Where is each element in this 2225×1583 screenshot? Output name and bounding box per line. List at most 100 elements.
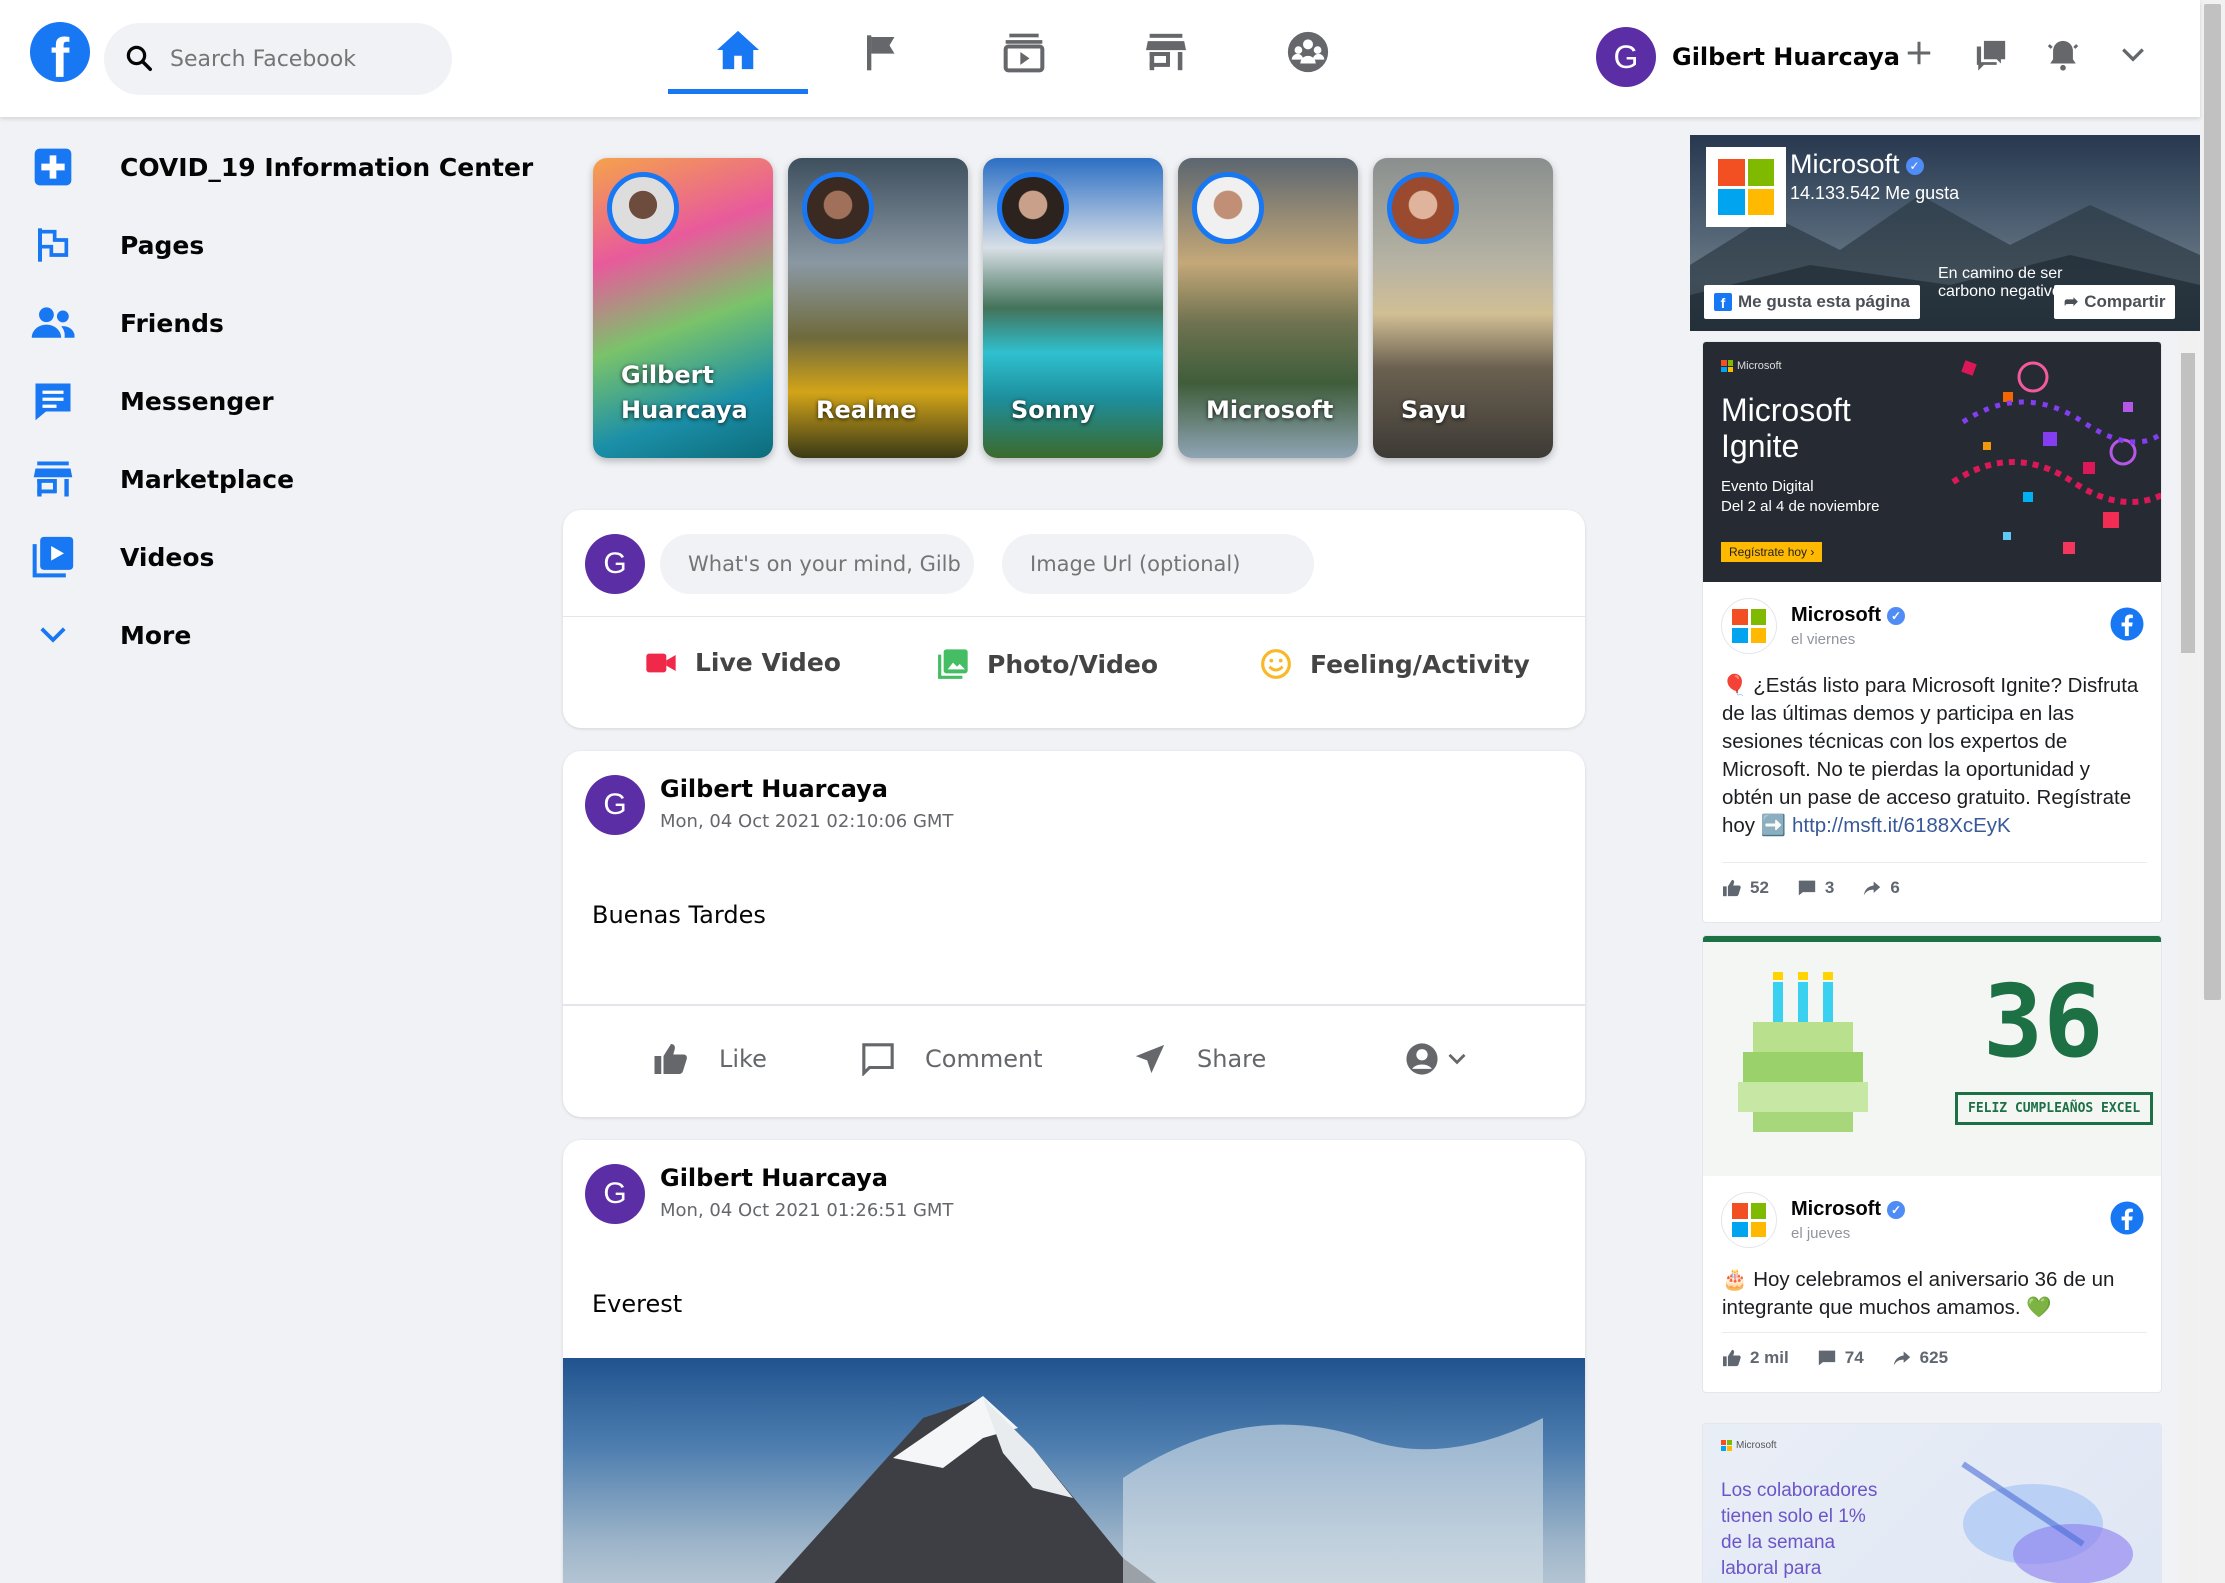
banner-dates: Del 2 al 4 de noviembre <box>1721 498 1880 515</box>
banner-cta[interactable]: Regístrate hoy › <box>1721 542 1823 562</box>
search-bar[interactable] <box>104 23 452 95</box>
sidebar-item-covid[interactable]: COVID_19 Information Center <box>30 137 533 197</box>
post-text: 🎈 ¿Estás listo para Microsoft Ignite? Di… <box>1722 672 2147 840</box>
sidebar-item-label: Marketplace <box>120 464 295 494</box>
feeling-activity-button[interactable]: Feeling/Activity <box>1260 648 1530 680</box>
photo-video-button[interactable]: Photo/Video <box>937 648 1158 680</box>
story-card[interactable]: Sayu <box>1373 158 1553 458</box>
post-image[interactable] <box>563 1358 1585 1583</box>
story-name: Gilbert Huarcaya <box>621 361 748 424</box>
friends-icon <box>30 300 76 346</box>
page-scrollbar[interactable] <box>2200 0 2225 1583</box>
facebook-circle-icon[interactable] <box>2109 1200 2145 1236</box>
share-page-button[interactable]: ➦ Compartir <box>2054 285 2176 319</box>
sidebar-item-messenger[interactable]: Messenger <box>30 371 274 431</box>
tab-marketplace[interactable] <box>1096 10 1236 94</box>
tab-pages[interactable] <box>812 10 952 94</box>
like-page-button[interactable]: f Me gusta esta página <box>1704 285 1920 319</box>
likes-stat[interactable]: 52 <box>1722 878 1769 898</box>
sidebar-item-more[interactable]: More <box>30 605 191 665</box>
shares-stat[interactable]: 6 <box>1862 878 1900 898</box>
shares-count: 6 <box>1890 878 1900 897</box>
comments-count: 74 <box>1844 1348 1864 1367</box>
image-url-input[interactable] <box>1002 534 1314 594</box>
thumbs-up-icon <box>1723 879 1741 897</box>
post-link[interactable]: http://msft.it/6188XcEyK <box>1792 814 2011 837</box>
post-card: G Gilbert Huarcaya Mon, 04 Oct 2021 02:1… <box>563 751 1585 1117</box>
chevron-down-icon[interactable] <box>2120 46 2146 64</box>
messenger-icon[interactable] <box>1974 38 2008 72</box>
pages-flag-icon <box>30 222 76 268</box>
thumbs-up-icon <box>653 1042 689 1076</box>
post-timestamp: Mon, 04 Oct 2021 01:26:51 GMT <box>660 1200 954 1221</box>
shares-stat[interactable]: 625 <box>1892 1348 1948 1368</box>
likes-stat[interactable]: 2 mil <box>1722 1348 1789 1368</box>
facebook-logo-icon[interactable]: f <box>30 22 90 82</box>
live-video-button[interactable]: Live Video <box>645 648 841 677</box>
comment-button[interactable]: Comment <box>861 1042 1043 1076</box>
chevron-down-icon <box>1447 1052 1467 1066</box>
thumbs-up-icon <box>1723 1349 1741 1367</box>
audience-selector[interactable] <box>1405 1042 1467 1076</box>
comments-stat[interactable]: 3 <box>1797 878 1834 898</box>
groups-icon <box>1285 29 1331 75</box>
search-input[interactable] <box>170 23 440 95</box>
tab-groups[interactable] <box>1238 10 1378 94</box>
bell-icon[interactable] <box>2046 38 2080 72</box>
chat-icon <box>30 378 76 424</box>
post-text: Everest <box>592 1290 683 1318</box>
facebook-circle-icon[interactable] <box>2109 606 2145 642</box>
sidebar-item-marketplace[interactable]: Marketplace <box>30 449 294 509</box>
post-author[interactable]: Gilbert Huarcaya <box>660 775 888 803</box>
feed-scrollbar-thumb[interactable] <box>2181 353 2195 653</box>
avatar: G <box>585 775 645 835</box>
status-input[interactable] <box>660 534 974 594</box>
excel-birthday-image[interactable]: 36 FELIZ CUMPLEAÑOS EXCEL <box>1703 936 2161 1176</box>
page-name[interactable]: Microsoft ✓ <box>1790 149 1924 180</box>
sidebar-item-friends[interactable]: Friends <box>30 293 224 353</box>
post-author[interactable]: Microsoft ✓ <box>1791 604 1905 627</box>
post-author[interactable]: Gilbert Huarcaya <box>660 1164 888 1192</box>
scrollbar-thumb[interactable] <box>2204 4 2221 1000</box>
share-arrow-icon <box>1893 1351 1910 1366</box>
brand-mark: Microsoft <box>1721 360 1782 372</box>
page-feed-post: 36 FELIZ CUMPLEAÑOS EXCEL Microsoft ✓ el … <box>1702 935 2162 1393</box>
post-text: 🎂 Hoy celebramos el aniversario 36 de un… <box>1722 1268 2115 1319</box>
live-video-label: Live Video <box>695 648 841 677</box>
avatar: G <box>1596 27 1656 87</box>
sidebar-item-label: Pages <box>120 230 205 260</box>
story-card[interactable]: Realme <box>788 158 968 458</box>
divider <box>563 1004 1585 1006</box>
comments-stat[interactable]: 74 <box>1817 1348 1864 1368</box>
feed-scrollbar[interactable] <box>2178 331 2198 1583</box>
page-cover: Microsoft ✓ 14.133.542 Me gusta En camino… <box>1690 135 2200 331</box>
sidebar-item-label: More <box>120 620 192 650</box>
microsoft-logo-icon <box>1721 1440 1732 1451</box>
story-card[interactable]: Sonny <box>983 158 1163 458</box>
story-card[interactable]: Gilbert Huarcaya <box>593 158 773 458</box>
share-arrow-icon <box>1864 881 1881 896</box>
plus-icon[interactable] <box>1904 38 1934 68</box>
like-button[interactable]: Like <box>653 1042 767 1076</box>
verified-badge-icon: ✓ <box>1887 1200 1905 1219</box>
story-card[interactable]: Microsoft <box>1178 158 1358 458</box>
post-author[interactable]: Microsoft ✓ <box>1791 1198 1905 1221</box>
brand-mark: Microsoft <box>1721 1440 1777 1451</box>
flag-icon <box>862 32 902 72</box>
sidebar-item-pages[interactable]: Pages <box>30 215 204 275</box>
story-avatar <box>1192 172 1264 244</box>
avatar: G <box>585 534 645 594</box>
post-time: el jueves <box>1791 1225 1851 1242</box>
share-button[interactable]: Share <box>1133 1042 1266 1076</box>
facebook-f-icon: f <box>1714 293 1732 311</box>
sidebar-item-videos[interactable]: Videos <box>30 527 214 587</box>
ignite-banner-image[interactable]: Microsoft Microsoft Ignite Evento Digita… <box>1703 342 2161 582</box>
story-name: Microsoft <box>1206 396 1334 424</box>
collaborators-banner-image[interactable]: Microsoft Los colaboradores tienen solo … <box>1703 1424 2161 1583</box>
profile-chip[interactable]: G Gilbert Huarcaya <box>1596 27 1900 87</box>
tab-watch[interactable] <box>954 10 1094 94</box>
likes-count: 52 <box>1750 878 1769 897</box>
medical-cross-icon <box>30 144 76 190</box>
tab-home[interactable] <box>668 10 808 94</box>
story-name: Sonny <box>1011 396 1095 424</box>
